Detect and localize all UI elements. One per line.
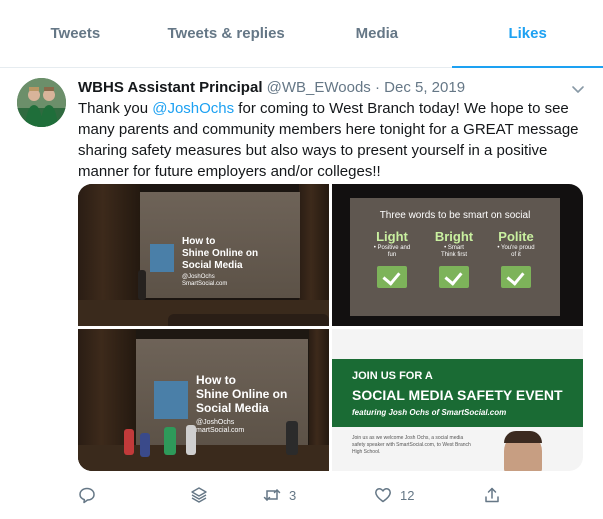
checkmark-icon — [377, 266, 407, 288]
tweet-actions: 3 12 — [78, 484, 508, 506]
thread-stack-icon — [191, 487, 207, 503]
slide-title: How to Shine Online on Social Media — [196, 373, 288, 415]
reply-icon — [79, 487, 95, 504]
tab-likes[interactable]: Likes — [452, 0, 603, 68]
slide-word-desc: • You're proud of it — [497, 245, 535, 258]
slide-photo — [154, 381, 188, 419]
author-name[interactable]: WBHS Assistant Principal — [78, 79, 262, 96]
flyer-heading-large: SOCIAL MEDIA SAFETY EVENT — [352, 387, 563, 403]
retweet-icon — [263, 489, 281, 501]
projection-screen: Three words to be smart on social Light … — [350, 198, 560, 316]
thread-button[interactable] — [190, 484, 208, 506]
reply-button[interactable] — [78, 484, 104, 506]
slide-word: Polite — [498, 229, 534, 244]
slide-title: Three words to be smart on social — [379, 210, 531, 221]
checkmark-icon — [439, 266, 469, 288]
tweet-date[interactable]: Dec 5, 2019 — [384, 79, 465, 96]
share-button[interactable] — [483, 484, 501, 506]
flyer-body-text: Join us as we welcome Josh Ochs, a socia… — [352, 435, 471, 455]
mention-link[interactable]: @JoshOchs — [152, 100, 234, 117]
slide-column-light: Light • Positive and fun — [364, 230, 420, 259]
slide-word: Light — [376, 229, 408, 244]
slide-subtitle: @JoshOchs martSocial.com — [196, 419, 245, 434]
media-grid: How to Shine Online on Social Media @Jos… — [78, 184, 583, 471]
separator-dot: · — [374, 79, 380, 96]
slide-photo — [150, 244, 174, 272]
media-photo-1[interactable]: How to Shine Online on Social Media @Jos… — [78, 184, 329, 326]
profile-tabs: Tweets Tweets & replies Media Likes — [0, 0, 603, 68]
like-count: 12 — [400, 487, 415, 503]
slide-word: Bright — [434, 229, 474, 244]
more-caret-icon[interactable] — [570, 81, 586, 97]
slide-column-bright: Bright • Smart Think first — [426, 230, 482, 259]
slide-subtitle: @JoshOchs SmartSocial.com — [182, 274, 228, 287]
tab-tweets[interactable]: Tweets — [0, 0, 151, 67]
student-figure — [140, 433, 150, 457]
flyer-heading-small: JOIN US FOR A — [352, 370, 433, 382]
student-figure — [186, 425, 196, 455]
media-photo-2[interactable]: Three words to be smart on social Light … — [332, 184, 583, 326]
slide-word-desc: • Positive and fun — [373, 245, 411, 258]
retweet-button[interactable]: 3 — [263, 484, 296, 506]
audience-heads — [168, 314, 329, 326]
tweet-text: Thank you @JoshOchs for coming to West B… — [78, 98, 583, 182]
checkmark-icon — [501, 266, 531, 288]
slide-title: How to Shine Online on Social Media — [182, 236, 259, 271]
tweet-text-start: Thank you — [78, 100, 153, 117]
speaker-portrait-hair — [504, 431, 542, 443]
media-photo-3[interactable]: How to Shine Online on Social Media @Jos… — [78, 329, 329, 471]
like-button[interactable]: 12 — [374, 484, 414, 506]
avatar[interactable] — [17, 78, 66, 127]
tweet-header: WBHS Assistant Principal @WB_EWoods · De… — [78, 79, 465, 97]
media-photo-4[interactable]: JOIN US FOR A SOCIAL MEDIA SAFETY EVENT … — [332, 329, 583, 471]
retweet-count: 3 — [289, 487, 297, 503]
share-icon — [485, 487, 499, 503]
speaker-figure — [286, 421, 298, 455]
slide-word-desc: • Smart Think first — [440, 245, 467, 258]
speaker-figure — [138, 270, 146, 300]
slide-column-polite: Polite • You're proud of it — [488, 230, 544, 259]
like-heart-icon — [375, 488, 391, 503]
tab-tweets-and-replies[interactable]: Tweets & replies — [151, 0, 302, 67]
student-figure — [124, 429, 134, 455]
author-handle[interactable]: @WB_EWoods — [267, 79, 371, 96]
student-figure — [164, 427, 176, 455]
flyer-featuring: featuring Josh Ochs of SmartSocial.com — [352, 408, 507, 417]
tab-media[interactable]: Media — [302, 0, 453, 67]
